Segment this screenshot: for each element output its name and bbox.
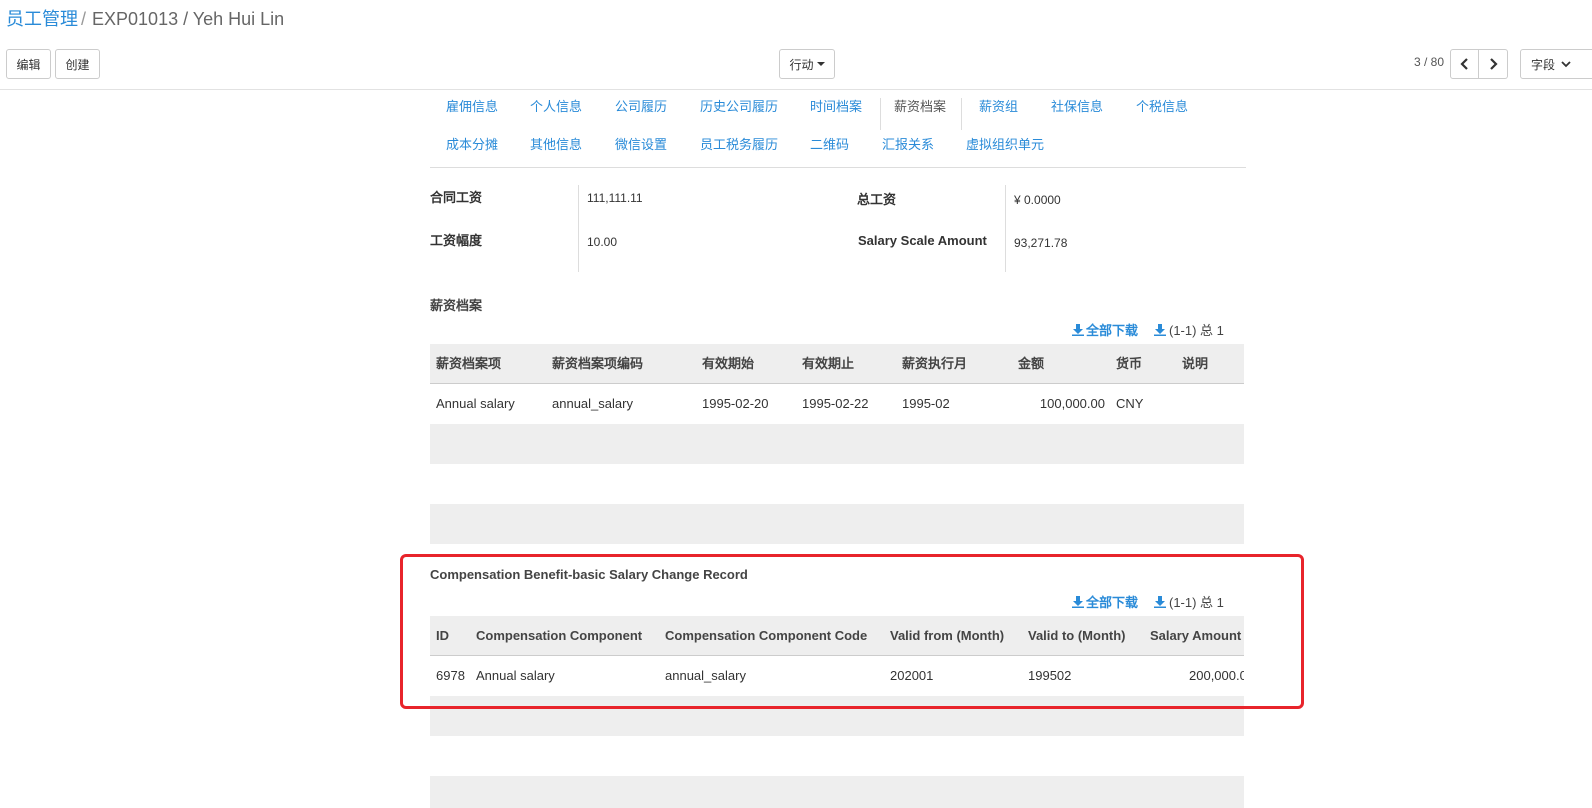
contract-salary-value: 111,111.11 xyxy=(587,191,643,205)
breadcrumb: 员工管理 / EXP01013 / Yeh Hui Lin xyxy=(6,8,284,30)
tab-reporting-relationship[interactable]: 汇报关系 xyxy=(882,130,934,160)
total-salary-value: ¥ 0.0000 xyxy=(1014,193,1061,207)
table-cell: 1995-02-20 xyxy=(702,396,769,411)
salary-file-table: 薪资档案项 薪资档案项编码 有效期始 有效期止 薪资执行月 金额 货币 说明 A… xyxy=(430,344,1244,544)
table-cell: Annual salary xyxy=(436,396,515,411)
tab-other-info[interactable]: 其他信息 xyxy=(530,130,582,160)
tab-wechat-settings[interactable]: 微信设置 xyxy=(615,130,667,160)
salary-scale-amount-value: 93,271.78 xyxy=(1014,236,1068,250)
salary-range-label: 工资幅度 xyxy=(430,233,483,248)
action-label: 行动 xyxy=(789,57,814,72)
create-button[interactable]: 创建 xyxy=(55,49,100,79)
column-header[interactable]: 有效期止 xyxy=(802,344,854,384)
tab-employee-tax-history[interactable]: 员工税务履历 xyxy=(700,130,778,160)
record-count-label: (1-1) 总 1 xyxy=(1169,323,1224,338)
fields-label: 字段 xyxy=(1531,57,1556,72)
tab-social-security[interactable]: 社保信息 xyxy=(1051,92,1103,122)
next-record-button[interactable] xyxy=(1479,49,1508,79)
total-salary-label: 总工资 xyxy=(857,192,897,207)
salary-file-count[interactable]: (1-1) 总 1 xyxy=(1154,320,1224,339)
previous-record-button[interactable] xyxy=(1450,49,1479,79)
chevron-right-icon xyxy=(1490,58,1498,70)
field-divider xyxy=(578,185,579,272)
breadcrumb-separator: / xyxy=(81,9,87,29)
pager-counter: 3 / 80 xyxy=(1414,55,1445,69)
tab-personal-info[interactable]: 个人信息 xyxy=(530,92,582,122)
tab-cost-allocation[interactable]: 成本分摊 xyxy=(446,130,498,160)
column-header[interactable]: 货币 xyxy=(1116,344,1142,384)
pager-buttons xyxy=(1450,49,1508,79)
contract-salary-label: 合同工资 xyxy=(430,190,483,205)
download-all-label: 全部下载 xyxy=(1086,323,1139,338)
fields-dropdown-button[interactable]: 字段 xyxy=(1520,49,1592,79)
column-header[interactable]: 薪资档案项编码 xyxy=(552,344,643,384)
tab-salary-group[interactable]: 薪资组 xyxy=(979,92,1018,122)
empty-row xyxy=(430,736,1244,776)
salary-file-title: 薪资档案 xyxy=(430,298,483,313)
breadcrumb-current: EXP01013 / Yeh Hui Lin xyxy=(92,9,285,29)
tab-company-history[interactable]: 公司履历 xyxy=(615,92,667,122)
tab-time-file[interactable]: 时间档案 xyxy=(810,92,862,122)
tab-qr-code[interactable]: 二维码 xyxy=(810,130,849,160)
chevron-down-icon xyxy=(1561,61,1571,68)
highlight-annotation-box xyxy=(400,554,1304,709)
table-header: 薪资档案项 薪资档案项编码 有效期始 有效期止 薪资执行月 金额 货币 说明 xyxy=(430,344,1244,384)
action-dropdown-button[interactable]: 行动 xyxy=(779,49,835,79)
salary-range-value: 10.00 xyxy=(587,235,618,249)
empty-row xyxy=(430,424,1244,464)
table-row[interactable]: Annual salary annual_salary 1995-02-20 1… xyxy=(430,384,1244,424)
field-divider xyxy=(1005,185,1006,272)
empty-row xyxy=(430,776,1244,808)
table-cell: 100,000.00 xyxy=(1039,396,1105,411)
header-divider xyxy=(0,89,1592,90)
breadcrumb-employee-management-link[interactable]: 员工管理 xyxy=(6,9,78,29)
column-header[interactable]: 说明 xyxy=(1182,344,1208,384)
empty-row xyxy=(430,504,1244,544)
table-cell: CNY xyxy=(1116,396,1144,411)
column-header[interactable]: 有效期始 xyxy=(702,344,754,384)
table-cell: 1995-02 xyxy=(902,396,950,411)
salary-file-download-all-link[interactable]: 全部下载 xyxy=(1072,320,1138,339)
table-cell: annual_salary xyxy=(552,396,633,411)
tab-employment-info[interactable]: 雇佣信息 xyxy=(446,92,498,122)
tab-virtual-org-unit[interactable]: 虚拟组织单元 xyxy=(966,130,1044,160)
column-header[interactable]: 金额 xyxy=(1018,344,1044,384)
chevron-left-icon xyxy=(1459,58,1468,70)
table-cell: 1995-02-22 xyxy=(802,396,869,411)
salary-scale-amount-label: Salary Scale Amount xyxy=(858,233,987,248)
tab-personal-tax[interactable]: 个税信息 xyxy=(1136,92,1188,122)
column-header[interactable]: 薪资档案项 xyxy=(436,344,501,384)
caret-down-icon xyxy=(816,62,825,66)
edit-button[interactable]: 编辑 xyxy=(6,49,51,79)
column-header[interactable]: 薪资执行月 xyxy=(902,344,967,384)
empty-row xyxy=(430,464,1244,504)
tab-historical-company-history[interactable]: 历史公司履历 xyxy=(700,92,778,122)
download-icon xyxy=(1072,323,1084,336)
download-icon xyxy=(1154,323,1166,336)
tab-salary-file[interactable]: 薪资档案 xyxy=(894,92,946,122)
